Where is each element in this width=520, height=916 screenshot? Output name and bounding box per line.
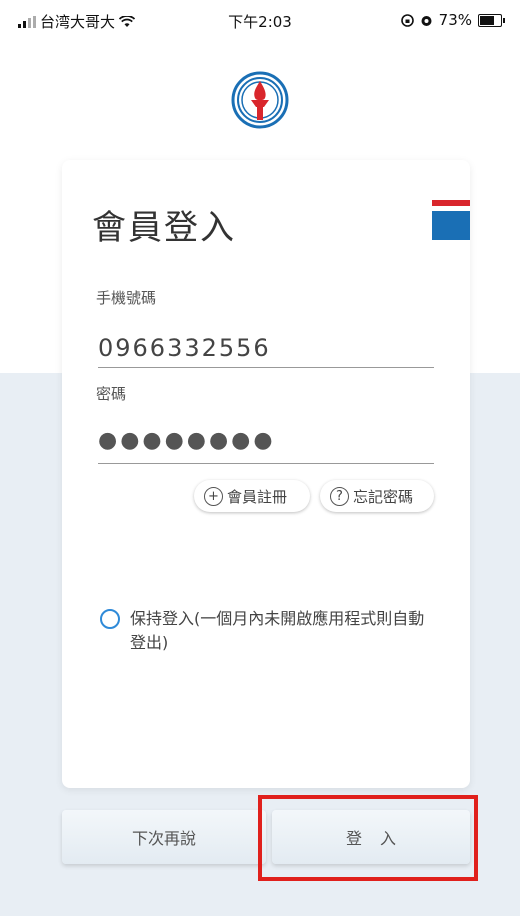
- phone-input[interactable]: 0966332556: [98, 334, 271, 362]
- forgot-password-button[interactable]: ? 忘記密碼: [320, 480, 434, 512]
- status-bar: 台湾大哥大 下午2:03 73%: [0, 0, 520, 40]
- battery-icon: [478, 13, 505, 27]
- password-label: 密碼: [96, 385, 127, 403]
- flag-icon: [432, 200, 470, 240]
- later-button[interactable]: 下次再說: [62, 810, 266, 864]
- status-right: 73%: [400, 11, 505, 29]
- forgot-label: 忘記密碼: [353, 487, 414, 506]
- keep-login-option[interactable]: 保持登入(一個月內未開啟應用程式則自動登出): [100, 607, 430, 655]
- phone-underline: [98, 367, 434, 368]
- rotation-lock-icon: [400, 13, 414, 27]
- password-underline: [98, 463, 434, 464]
- keep-login-radio[interactable]: [100, 609, 120, 629]
- question-icon: ?: [330, 486, 349, 506]
- register-button[interactable]: + 會員註冊: [194, 480, 310, 512]
- password-input[interactable]: ●●●●●●●●: [98, 428, 276, 453]
- alarm-icon: [421, 15, 432, 26]
- torch-logo-icon: [231, 71, 289, 129]
- page-title: 會員登入: [92, 208, 236, 248]
- phone-label: 手機號碼: [96, 289, 157, 307]
- battery-percent: 73%: [438, 11, 472, 29]
- plus-icon: +: [204, 486, 223, 506]
- register-label: 會員註冊: [227, 487, 288, 506]
- keep-login-label: 保持登入(一個月內未開啟應用程式則自動登出): [130, 609, 425, 652]
- highlight-box: [258, 795, 478, 881]
- login-card: 會員登入 手機號碼 0966332556 密碼 ●●●●●●●● + 會員註冊 …: [62, 160, 470, 788]
